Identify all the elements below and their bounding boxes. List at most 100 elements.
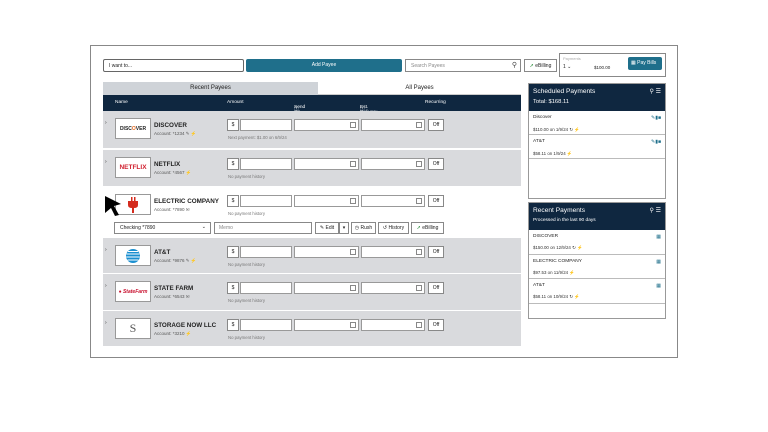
payment-history: No payment history xyxy=(228,298,266,303)
scheduled-item[interactable]: AT&T $58.11 on 1/9/24 ⚡ ✎▮■ xyxy=(529,135,665,159)
dollar-sign: $ xyxy=(227,319,239,331)
send-on-input[interactable] xyxy=(294,195,359,207)
att-globe-icon xyxy=(126,248,140,263)
pay-bills-label: Pay Bills xyxy=(637,60,657,66)
search-icon[interactable]: ⚲ xyxy=(512,61,517,69)
more-dropdown[interactable]: ▾ xyxy=(339,222,349,234)
history-button[interactable]: ↺ History xyxy=(378,222,409,234)
calendar-icon[interactable] xyxy=(350,161,356,167)
expand-chevron-icon[interactable]: › xyxy=(105,120,107,126)
send-on-input[interactable] xyxy=(294,246,359,258)
scheduled-header: Scheduled Payments Total: $168.11 ⚲ ☰ xyxy=(529,84,665,111)
amount-input[interactable] xyxy=(240,119,292,131)
calendar-icon[interactable] xyxy=(416,285,422,291)
send-on-input[interactable] xyxy=(294,158,359,170)
send-on-input[interactable] xyxy=(294,319,359,331)
delivery-input[interactable] xyxy=(361,195,425,207)
payee-row-netflix[interactable]: › NETFLIX NETFLIX Account: *4567 ⚡ $ Off… xyxy=(103,150,521,186)
tab-all-payees[interactable]: All Payees xyxy=(318,82,521,95)
recent-item[interactable]: AT&T $58.11 on 10/9/24 ↻ ⚡ ▦ xyxy=(529,279,665,304)
calendar-icon[interactable] xyxy=(350,322,356,328)
pay-bills-button[interactable]: ▦ Pay Bills xyxy=(628,57,662,70)
edit-delete-icons[interactable]: ✎▮■ xyxy=(651,139,661,145)
pay-bills-icon: ▦ xyxy=(631,60,636,66)
expand-chevron-icon[interactable]: › xyxy=(105,320,107,326)
ebill-icon: ✎ xyxy=(185,131,190,136)
recurring-toggle[interactable]: Off xyxy=(428,282,444,294)
recurring-toggle[interactable]: Off xyxy=(428,195,444,207)
recurring-icon: ↻ xyxy=(569,127,573,132)
amount-input[interactable] xyxy=(240,319,292,331)
details-icon[interactable]: ▦ xyxy=(656,234,661,240)
details-icon[interactable]: ▦ xyxy=(656,259,661,265)
edit-delete-icons[interactable]: ✎▮■ xyxy=(651,115,661,121)
send-on-input[interactable] xyxy=(294,282,359,294)
delivery-input[interactable] xyxy=(361,119,425,131)
recurring-toggle[interactable]: Off xyxy=(428,319,444,331)
search-icon[interactable]: ⚲ ☰ xyxy=(650,207,661,214)
calendar-icon[interactable] xyxy=(350,285,356,291)
ebilling-label: eBilling xyxy=(535,63,552,69)
tab-recent-payees[interactable]: Recent Payees xyxy=(103,82,318,95)
payments-label: Payments xyxy=(563,56,581,61)
calendar-icon[interactable] xyxy=(350,122,356,128)
payee-account: Account: *3210 ⚡ xyxy=(154,331,192,336)
delivery-input[interactable] xyxy=(361,319,425,331)
payee-row-att[interactable]: › AT&T Account: *9876 ✎ ⚡ $ Off No payme… xyxy=(103,238,521,273)
i-want-to-dropdown[interactable]: I want to... xyxy=(103,59,244,72)
payee-name: STATE FARM xyxy=(154,285,194,292)
calendar-icon[interactable] xyxy=(350,249,356,255)
calendar-icon[interactable] xyxy=(416,322,422,328)
discover-logo: DISCOVER xyxy=(115,118,151,139)
recurring-toggle[interactable]: Off xyxy=(428,246,444,258)
amount-input[interactable] xyxy=(240,282,292,294)
payee-row-state-farm[interactable]: › ● StateFarm STATE FARM Account: *6543 … xyxy=(103,274,521,310)
calendar-icon[interactable] xyxy=(416,161,422,167)
delivery-input[interactable] xyxy=(361,158,425,170)
calendar-icon[interactable] xyxy=(350,198,356,204)
recurring-toggle[interactable]: Off xyxy=(428,158,444,170)
calendar-icon[interactable] xyxy=(416,122,422,128)
rush-button[interactable]: ◷ Rush xyxy=(351,222,376,234)
search-payees-input[interactable]: Search Payees ⚲ xyxy=(405,59,521,72)
ebill-icon: ✉ xyxy=(185,294,190,299)
dollar-sign: $ xyxy=(227,158,239,170)
payee-row-discover[interactable]: › DISCOVER DISCOVER Account: *1234 ✎ ⚡ $… xyxy=(103,111,521,148)
pay-from-account-select[interactable]: Checking *7890 ⌄ xyxy=(114,222,211,234)
payee-name: NETFLIX xyxy=(154,161,181,168)
calendar-icon[interactable] xyxy=(416,198,422,204)
expand-chevron-icon[interactable]: › xyxy=(105,283,107,289)
calendar-icon[interactable] xyxy=(416,249,422,255)
delivery-input[interactable] xyxy=(361,282,425,294)
col-name: Name xyxy=(115,100,128,105)
scheduled-title: Scheduled Payments xyxy=(533,88,596,95)
payee-action-bar: Checking *7890 ⌄ Memo ✎ Edit ▾ ◷ Rush ↺ … xyxy=(103,222,521,236)
ebilling-button[interactable]: ➚ eBilling xyxy=(524,59,557,72)
recent-payments-panel: Recent Payments Processed in the last 90… xyxy=(528,202,666,319)
search-icon[interactable]: ⚲ ☰ xyxy=(650,88,661,95)
ebilling-row-button[interactable]: ➚ eBilling xyxy=(411,222,444,234)
amount-input[interactable] xyxy=(240,158,292,170)
payee-row-storage-now[interactable]: › S STORAGE NOW LLC Account: *3210 ⚡ $ O… xyxy=(103,311,521,346)
recurring-toggle[interactable]: Off xyxy=(428,119,444,131)
amount-input[interactable] xyxy=(240,195,292,207)
payee-name: AT&T xyxy=(154,249,171,256)
add-payee-button[interactable]: Add Payee xyxy=(246,59,402,72)
recent-item[interactable]: DISCOVER $150.00 on 12/9/24 ↻ ⚡ ▦ xyxy=(529,230,665,255)
scheduled-item[interactable]: Discover $110.00 on 1/9/24 ↻ ⚡ ✎▮■ xyxy=(529,111,665,135)
ebill-icon: ✎ xyxy=(185,258,190,263)
details-icon[interactable]: ▦ xyxy=(656,283,661,289)
memo-input[interactable]: Memo xyxy=(214,222,312,234)
rush-icon: ⚡ xyxy=(569,269,575,275)
send-on-input[interactable] xyxy=(294,119,359,131)
amount-input[interactable] xyxy=(240,246,292,258)
recent-item[interactable]: ELECTRIC COMPANY $97.53 on 11/9/24 ⚡ ▦ xyxy=(529,255,665,279)
dollar-sign: $ xyxy=(227,282,239,294)
expand-chevron-icon[interactable]: › xyxy=(105,247,107,253)
dollar-sign: $ xyxy=(227,246,239,258)
expand-chevron-icon[interactable]: › xyxy=(105,159,107,165)
chevron-down-icon: ⌄ xyxy=(201,224,206,230)
edit-button[interactable]: ✎ Edit xyxy=(315,222,339,234)
recent-subtitle: Processed in the last 90 days xyxy=(533,218,596,223)
delivery-input[interactable] xyxy=(361,246,425,258)
